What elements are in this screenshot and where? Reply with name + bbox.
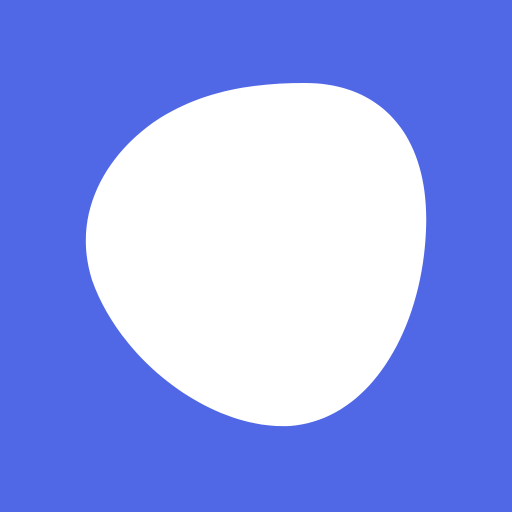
blob-icon bbox=[0, 0, 512, 512]
app-icon-canvas bbox=[0, 0, 512, 512]
